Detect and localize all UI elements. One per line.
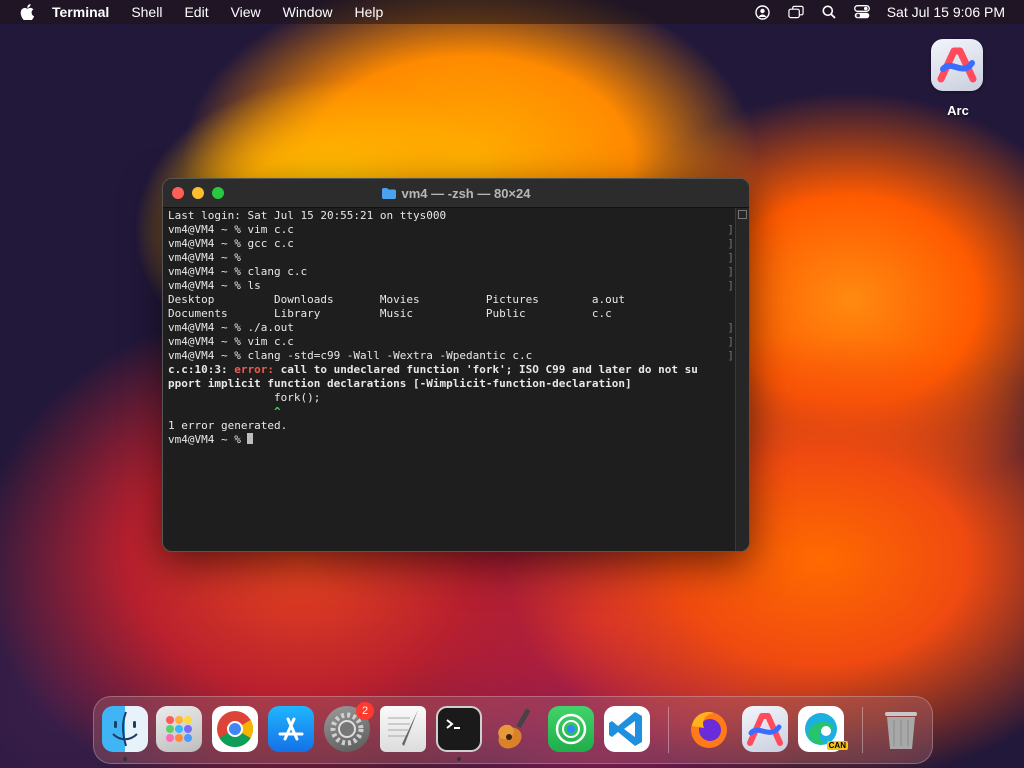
dock-finder[interactable] [102, 706, 148, 761]
terminal-line: vm4@VM4 ~ % clang c.c] [168, 265, 734, 278]
error-label: error: [234, 363, 274, 376]
textedit-icon [380, 706, 426, 752]
settings-icon: 2 [324, 702, 374, 752]
scroll-thumb[interactable] [738, 210, 747, 219]
window-title: vm4 — -zsh — 80×24 [401, 185, 531, 201]
arc-icon [742, 706, 788, 752]
running-indicator [123, 757, 127, 761]
dock-trash[interactable] [878, 706, 924, 752]
error-code-line: fork(); [168, 391, 321, 404]
terminal-line: Documents Library Music Public c.c [168, 307, 612, 320]
dock-separator [862, 707, 863, 753]
zoom-button[interactable] [212, 187, 224, 199]
dock-chrome[interactable] [212, 706, 258, 752]
canary-tag: CAN [826, 741, 848, 750]
dock-launchpad[interactable] [156, 706, 202, 752]
dock-textedit[interactable] [380, 706, 426, 752]
prompt-line[interactable]: vm4@VM4 ~ % [168, 433, 736, 447]
control-center-icon[interactable] [853, 4, 870, 20]
error-summary: 1 error generated. [168, 419, 288, 432]
terminal-line: vm4@VM4 ~ % ls] [168, 279, 734, 292]
terminal-line: vm4@VM4 ~ % vim c.c] [168, 223, 734, 236]
screen-mirroring-icon[interactable] [788, 4, 804, 20]
apple-icon[interactable] [20, 4, 34, 20]
dock-terminal[interactable] [436, 706, 482, 761]
terminal-scrollbar[interactable] [735, 208, 749, 551]
notification-badge: 2 [356, 702, 374, 720]
menu-window[interactable]: Window [283, 4, 333, 20]
firefox-icon [686, 706, 732, 752]
dock-find-my[interactable] [548, 706, 594, 752]
terminal-titlebar[interactable]: vm4 — -zsh — 80×24 [163, 179, 749, 208]
terminal-line: vm4@VM4 ~ %] [168, 251, 734, 264]
close-button[interactable] [172, 187, 184, 199]
dock-firefox[interactable] [686, 706, 732, 752]
menu-view[interactable]: View [231, 4, 261, 20]
menu-app-name[interactable]: Terminal [52, 4, 109, 20]
arc-icon [931, 39, 983, 91]
edge-canary-icon: CAN [798, 706, 848, 752]
garageband-icon [492, 706, 538, 752]
dock-garageband[interactable] [492, 706, 538, 752]
menu-shell[interactable]: Shell [131, 4, 162, 20]
trash-icon [878, 706, 924, 752]
terminal-line: Desktop Downloads Movies Pictures a.out [168, 293, 625, 306]
error-caret: ^ [168, 405, 281, 418]
search-icon[interactable] [821, 4, 837, 20]
menu-clock[interactable]: Sat Jul 15 9:06 PM [887, 4, 1005, 20]
terminal-output[interactable]: Last login: Sat Jul 15 20:55:21 on ttys0… [168, 209, 736, 549]
dock-arc[interactable] [742, 706, 788, 752]
error-line-continued: pport implicit function declarations [-W… [168, 377, 632, 390]
minimize-button[interactable] [192, 187, 204, 199]
dock-system-settings[interactable]: 2 [324, 702, 374, 752]
text-cursor [247, 433, 254, 444]
dock: 2 CAN [93, 696, 933, 764]
terminal-line: vm4@VM4 ~ % gcc c.c] [168, 237, 734, 250]
folder-icon [381, 187, 396, 199]
terminal-window: vm4 — -zsh — 80×24 Last login: Sat Jul 1… [162, 178, 750, 552]
vscode-icon [604, 706, 650, 752]
app-store-icon [268, 706, 314, 752]
desktop-icon-label: Arc [947, 103, 969, 118]
menu-help[interactable]: Help [354, 4, 383, 20]
menu-edit[interactable]: Edit [184, 4, 208, 20]
user-icon[interactable] [755, 4, 771, 20]
findmy-icon [548, 706, 594, 752]
dock-app-store[interactable] [268, 706, 314, 752]
dock-separator [668, 707, 669, 753]
terminal-line: vm4@VM4 ~ % vim c.c] [168, 335, 734, 348]
error-line: c.c:10:3: error: call to undeclared func… [168, 363, 698, 376]
terminal-line: vm4@VM4 ~ % clang -std=c99 -Wall -Wextra… [168, 349, 734, 362]
chrome-icon [212, 706, 258, 752]
finder-icon [102, 706, 148, 752]
launchpad-icon [156, 706, 202, 752]
terminal-line: vm4@VM4 ~ % ./a.out] [168, 321, 734, 334]
terminal-line: Last login: Sat Jul 15 20:55:21 on ttys0… [168, 209, 447, 222]
dock-edge-canary[interactable]: CAN [798, 706, 848, 752]
desktop-icon-arc[interactable]: Arc [931, 39, 985, 118]
menu-bar: Terminal Shell Edit View Window Help Sat… [0, 0, 1024, 24]
dock-vscode[interactable] [604, 706, 650, 752]
terminal-icon [436, 706, 482, 752]
running-indicator [457, 757, 461, 761]
